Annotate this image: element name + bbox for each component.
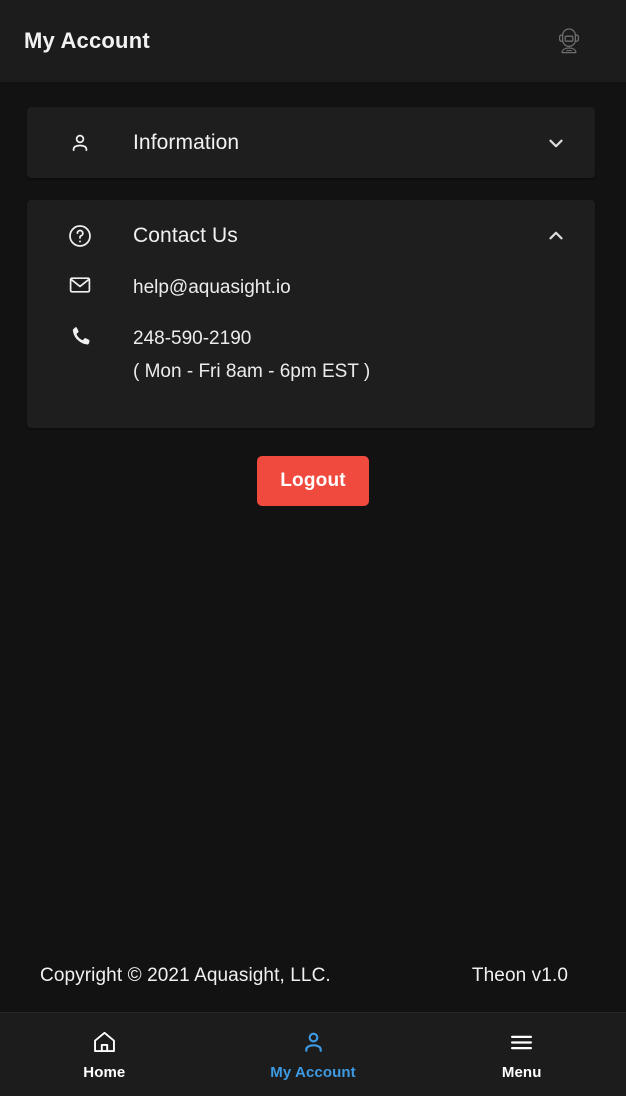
card-information: Information [27, 107, 595, 178]
phone-icon [27, 322, 133, 348]
logout-button[interactable]: Logout [257, 456, 369, 506]
person-icon [27, 131, 133, 155]
page-content: Information Contact Us help@aquasight.io… [0, 82, 626, 1012]
contact-phone-block: 248-590-2190 ( Mon - Fri 8am - 6pm EST ) [133, 322, 595, 388]
contact-row-phone[interactable]: 248-590-2190 ( Mon - Fri 8am - 6pm EST ) [27, 322, 595, 388]
accordion-body-contact-us: help@aquasight.io 248-590-2190 ( Mon - F… [27, 271, 595, 428]
nav-item-menu[interactable]: Menu [417, 1013, 626, 1096]
mail-icon [27, 271, 133, 297]
page-title: My Account [24, 28, 150, 53]
nav-item-my-account[interactable]: My Account [209, 1013, 418, 1096]
card-contact-us: Contact Us help@aquasight.io 248-590-219… [27, 200, 595, 428]
version-text: Theon v1.0 [471, 965, 568, 986]
app-root: My Account Information Contact Us help@a… [0, 0, 626, 1096]
nav-label-my-account: My Account [270, 1063, 356, 1081]
chevron-up-icon[interactable] [543, 223, 569, 249]
nav-label-menu: Menu [501, 1063, 542, 1081]
nav-item-home[interactable]: Home [0, 1013, 209, 1096]
help-circle-icon [27, 223, 133, 249]
contact-hours: ( Mon - Fri 8am - 6pm EST ) [133, 361, 371, 382]
person-icon [300, 1029, 327, 1057]
accordion-header-contact-us[interactable]: Contact Us [27, 200, 595, 271]
home-icon [91, 1029, 118, 1057]
accordion-label-contact-us: Contact Us [133, 223, 238, 247]
contact-email: help@aquasight.io [133, 277, 291, 298]
footer: Copyright © 2021 Aquasight, LLC. Theon v… [27, 940, 599, 1012]
contact-phone: 248-590-2190 [133, 328, 252, 349]
contact-row-email[interactable]: help@aquasight.io [27, 271, 595, 304]
bottom-navigation: Home My Account Menu [0, 1012, 626, 1096]
support-bot-icon[interactable] [550, 22, 588, 60]
nav-label-home: Home [83, 1063, 126, 1081]
app-header: My Account [0, 0, 626, 82]
copyright-text: Copyright © 2021 Aquasight, LLC. [40, 965, 331, 986]
chevron-down-icon[interactable] [543, 130, 569, 156]
accordion-header-information[interactable]: Information [27, 107, 595, 178]
logout-container: Logout [27, 456, 599, 506]
accordion-label-information: Information [133, 130, 240, 154]
hamburger-menu-icon [508, 1029, 535, 1057]
